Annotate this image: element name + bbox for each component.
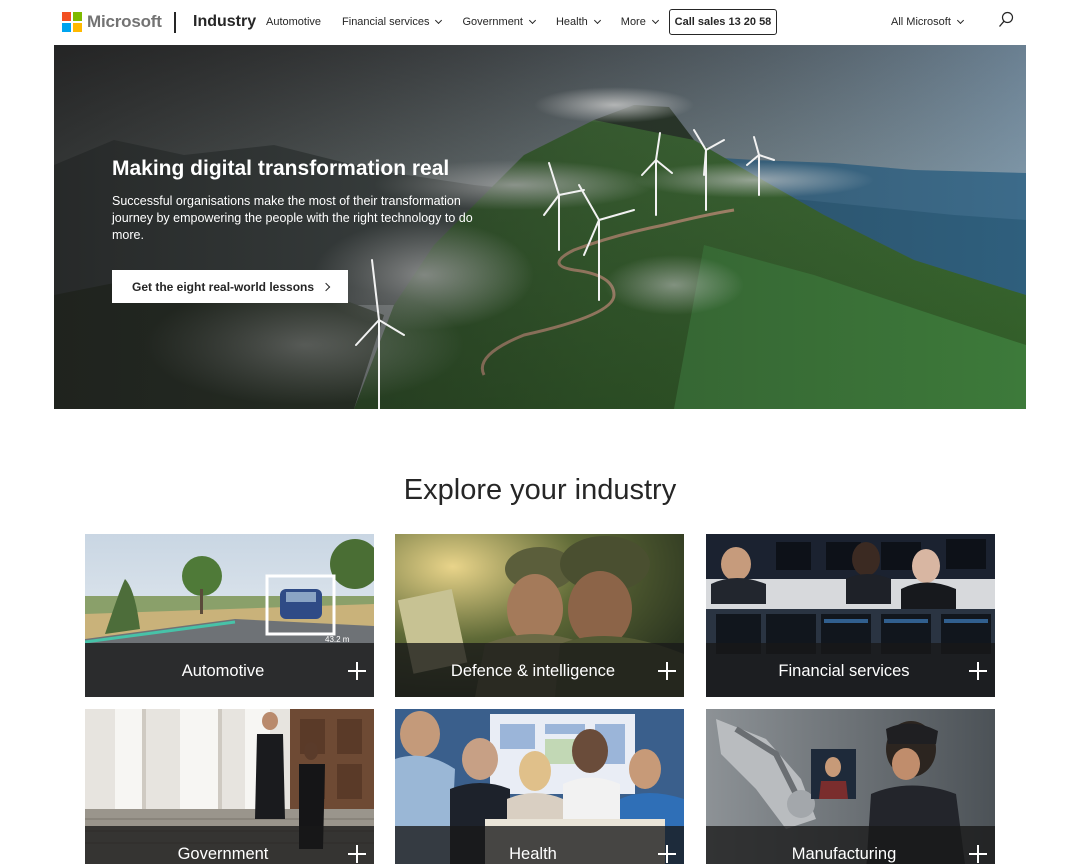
all-microsoft-menu[interactable]: All Microsoft [891, 16, 964, 28]
nav-item-government[interactable]: Government [462, 16, 537, 28]
chevron-down-icon [435, 16, 443, 25]
main-nav: Automotive Financial services Government… [266, 16, 679, 28]
hero-title: Making digital transformation real [112, 157, 450, 180]
plus-icon[interactable] [969, 845, 987, 863]
tile-financial-services[interactable]: Financial services [706, 534, 995, 697]
tile-label: Government [177, 845, 269, 863]
brand-name: Microsoft [87, 12, 162, 31]
microsoft-logo[interactable]: Microsoft [62, 12, 162, 32]
nav-item-health[interactable]: Health [555, 16, 601, 28]
nav-item-more[interactable]: More [620, 16, 659, 28]
chevron-down-icon [593, 16, 601, 25]
plus-icon[interactable] [348, 662, 366, 680]
tile-government[interactable]: Government [85, 709, 374, 864]
hero-description: Successful organisations make the most o… [112, 194, 473, 242]
tile-defence-intelligence[interactable]: Defence & intelligence [395, 534, 684, 697]
call-sales-button[interactable]: Call sales 13 20 58 [669, 9, 777, 35]
nav-item-label: More [620, 16, 646, 28]
tile-label: Automotive [181, 662, 265, 680]
microsoft-logo-icon [62, 12, 82, 32]
header-divider [174, 12, 176, 33]
plus-icon[interactable] [969, 662, 987, 680]
site-title[interactable]: Industry [193, 13, 256, 31]
chevron-down-icon [956, 16, 964, 25]
tile-label: Financial services [778, 662, 910, 680]
hero-cta-button[interactable]: Get the eight real-world lessons [112, 270, 349, 303]
tile-label: Health [509, 845, 557, 863]
nav-item-label: Health [555, 16, 588, 28]
search-icon[interactable] [998, 11, 1014, 29]
tile-manufacturing[interactable]: Manufacturing [706, 709, 995, 864]
all-microsoft-label: All Microsoft [891, 16, 951, 28]
nav-item-financial-services[interactable]: Financial services [342, 16, 443, 28]
plus-icon[interactable] [348, 845, 366, 863]
hero-content: Making digital transformation real Succe… [112, 155, 484, 303]
tile-automotive[interactable]: 43.2 m Automotive [85, 534, 374, 697]
hero-cta-label: Get the eight real-world lessons [132, 279, 315, 294]
hero-banner: Making digital transformation real Succe… [54, 45, 1026, 409]
chevron-right-icon [321, 282, 331, 291]
chevron-down-icon [528, 16, 537, 25]
plus-icon[interactable] [658, 845, 676, 863]
chevron-down-icon [651, 16, 659, 25]
tile-label: Manufacturing [791, 845, 897, 863]
nav-item-label: Financial services [342, 16, 430, 28]
plus-icon[interactable] [658, 662, 676, 680]
nav-item-label: Automotive [266, 16, 322, 28]
explore-title: Explore your industry [403, 474, 677, 506]
nav-item-automotive[interactable]: Automotive [266, 16, 321, 28]
site-header: Microsoft Industry Automotive Financial … [0, 0, 1080, 45]
nav-item-label: Government [462, 16, 523, 28]
tile-health[interactable]: Health [395, 709, 684, 864]
tile-label: Defence & intelligence [450, 662, 616, 680]
